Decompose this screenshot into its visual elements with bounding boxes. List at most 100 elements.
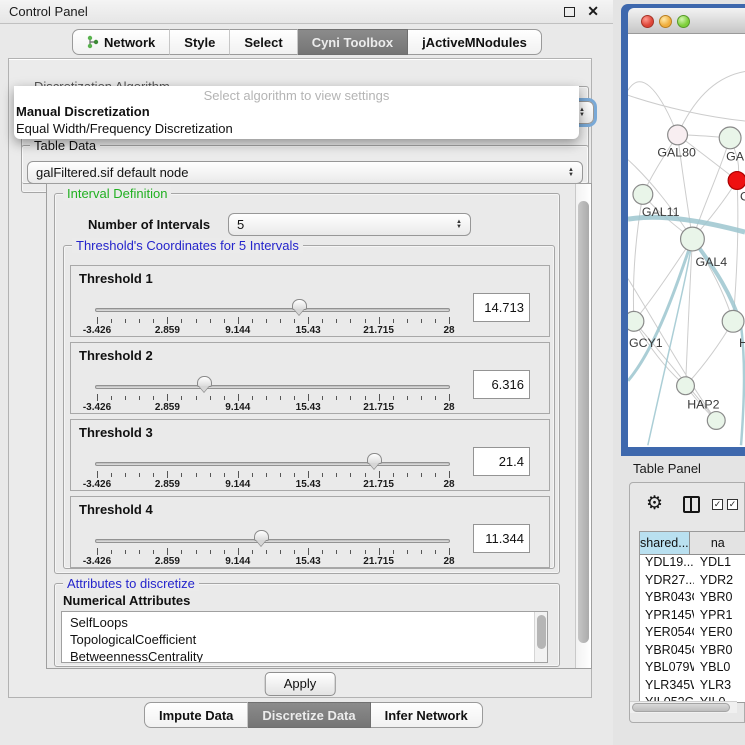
network-node[interactable] <box>668 125 688 145</box>
columns-icon[interactable] <box>683 496 700 513</box>
column-header-shared-name[interactable]: shared... <box>640 532 690 554</box>
cell-shared-name[interactable]: YBR043C <box>640 590 694 608</box>
network-node[interactable] <box>628 311 644 331</box>
cell-name[interactable]: YBR0 <box>694 590 745 608</box>
attribute-list-item[interactable]: TopologicalCoefficient <box>70 631 547 648</box>
slider-tick <box>139 473 140 477</box>
threshold-slider-thumb[interactable] <box>367 453 382 464</box>
cell-shared-name[interactable]: YLR345W <box>640 678 694 696</box>
slider-tick <box>252 319 253 323</box>
cell-name[interactable]: YBL0 <box>694 660 745 678</box>
numerical-attributes-list[interactable]: SelfLoopsTopologicalCoefficientBetweenne… <box>61 611 548 663</box>
table-row[interactable]: YBR043CYBR0 <box>640 590 745 608</box>
table-row[interactable]: YER054CYER0 <box>640 625 745 643</box>
algorithm-placeholder-item[interactable]: Select algorithm to view settings <box>14 88 579 103</box>
tab-infer-network[interactable]: Infer Network <box>371 702 483 728</box>
cell-name[interactable]: YDL1 <box>694 555 745 573</box>
apply-button[interactable]: Apply <box>265 672 336 696</box>
cell-shared-name[interactable]: YBR045C <box>640 643 694 661</box>
column-header-name[interactable]: na <box>690 532 745 554</box>
number-of-intervals-select[interactable]: 5 ▲▼ <box>228 213 471 236</box>
slider-tick <box>238 548 239 555</box>
network-edge[interactable] <box>686 321 734 385</box>
network-node[interactable] <box>681 227 705 251</box>
network-edge[interactable] <box>634 239 693 321</box>
threshold-value-field[interactable]: 21.4 <box>473 447 530 476</box>
threshold-value-field[interactable]: 14.713 <box>473 293 530 322</box>
close-icon[interactable]: ✕ <box>587 3 599 20</box>
network-node-label: HAP2 <box>687 398 719 412</box>
tab-discretize-data[interactable]: Discretize Data <box>248 702 370 728</box>
threshold-label: Threshold 3 <box>79 425 153 440</box>
table-row[interactable]: YDR27...YDR2 <box>640 573 745 591</box>
cell-shared-name[interactable]: YDR27... <box>640 573 694 591</box>
slider-tick <box>280 473 281 477</box>
cell-shared-name[interactable]: YDL19... <box>640 555 694 573</box>
threshold-value-field[interactable]: 11.344 <box>473 524 530 553</box>
tab-network[interactable]: Network <box>72 29 170 55</box>
cell-name[interactable]: YER0 <box>694 625 745 643</box>
cell-name[interactable]: YLR3 <box>694 678 745 696</box>
settings-scrollbar[interactable] <box>575 184 591 668</box>
tab-style[interactable]: Style <box>170 29 230 55</box>
settings-scrollbar-thumb[interactable] <box>578 201 589 643</box>
threshold-slider-thumb[interactable] <box>197 376 212 387</box>
table-row[interactable]: YBR045CYBR0 <box>640 643 745 661</box>
network-node[interactable] <box>728 172 745 190</box>
table-row[interactable]: YDL19...YDL1 <box>640 555 745 573</box>
cell-name[interactable]: YDR2 <box>694 573 745 591</box>
algorithm-option-equal-width[interactable]: Equal Width/Frequency Discretization <box>16 121 233 136</box>
tab-select[interactable]: Select <box>230 29 297 55</box>
table-horizontal-scrollbar[interactable] <box>630 701 737 713</box>
threshold-slider-track[interactable] <box>95 539 450 543</box>
table-header-row: shared... na <box>640 532 745 555</box>
attribute-list-item[interactable]: SelfLoops <box>70 614 547 631</box>
cell-shared-name[interactable]: YBL079W <box>640 660 694 678</box>
network-canvas[interactable]: GAL80GAL8CGAL11GAL4GCY1HHAP2 <box>628 34 745 447</box>
slider-tick-label: 15.43 <box>296 556 321 567</box>
table-data-select[interactable]: galFiltered.sif default node ▲▼ <box>27 161 583 184</box>
slider-tick <box>153 396 154 400</box>
network-edge[interactable] <box>692 239 733 321</box>
tab-impute-data[interactable]: Impute Data <box>144 702 248 728</box>
cell-shared-name[interactable]: YPR145W <box>640 608 694 626</box>
cell-name[interactable]: YBR0 <box>694 643 745 661</box>
table-row[interactable]: YBL079WYBL0 <box>640 660 745 678</box>
cell-shared-name[interactable]: YER054C <box>640 625 694 643</box>
threshold-value-field[interactable]: 6.316 <box>473 370 530 399</box>
network-node[interactable] <box>722 310 744 332</box>
threshold-slider-thumb[interactable] <box>254 530 269 541</box>
network-edge[interactable] <box>678 71 745 134</box>
table-row[interactable]: YPR145WYPR1 <box>640 608 745 626</box>
threshold-slider-thumb[interactable] <box>292 299 307 310</box>
tab-cyni-toolbox[interactable]: Cyni Toolbox <box>298 29 408 55</box>
cell-name[interactable]: YPR1 <box>694 608 745 626</box>
network-edge[interactable] <box>628 82 678 135</box>
slider-tick-label: 21.715 <box>363 556 394 567</box>
tab-jactivemnodules[interactable]: jActiveMNodules <box>408 29 542 55</box>
slider-tick <box>196 396 197 400</box>
attributes-scrollbar[interactable] <box>534 612 547 662</box>
table-hscrollbar-thumb[interactable] <box>632 703 730 712</box>
algorithm-option-manual[interactable]: Manual Discretization <box>16 104 150 119</box>
gear-icon[interactable]: ⚙ <box>646 492 663 515</box>
network-node[interactable] <box>719 127 741 149</box>
network-node[interactable] <box>633 184 653 204</box>
attribute-list-item[interactable]: BetweennessCentrality <box>70 648 547 663</box>
mac-minimize-icon[interactable] <box>659 15 672 28</box>
network-node[interactable] <box>677 377 695 395</box>
float-window-icon[interactable] <box>564 7 575 17</box>
checkbox-checked-icon[interactable]: ✓ <box>727 499 738 510</box>
threshold-slider-track[interactable] <box>95 308 450 312</box>
mac-close-icon[interactable] <box>641 15 654 28</box>
slider-tick-label: 9.144 <box>225 402 250 413</box>
network-edge[interactable] <box>733 181 738 322</box>
threshold-slider-track[interactable] <box>95 462 450 466</box>
table-row[interactable]: YLR345WYLR3 <box>640 678 745 696</box>
checkbox-checked-icon[interactable]: ✓ <box>712 499 723 510</box>
slider-tick <box>421 396 422 400</box>
threshold-slider-track[interactable] <box>95 385 450 389</box>
slider-tick <box>365 550 366 554</box>
network-node[interactable] <box>707 412 725 430</box>
mac-zoom-icon[interactable] <box>677 15 690 28</box>
